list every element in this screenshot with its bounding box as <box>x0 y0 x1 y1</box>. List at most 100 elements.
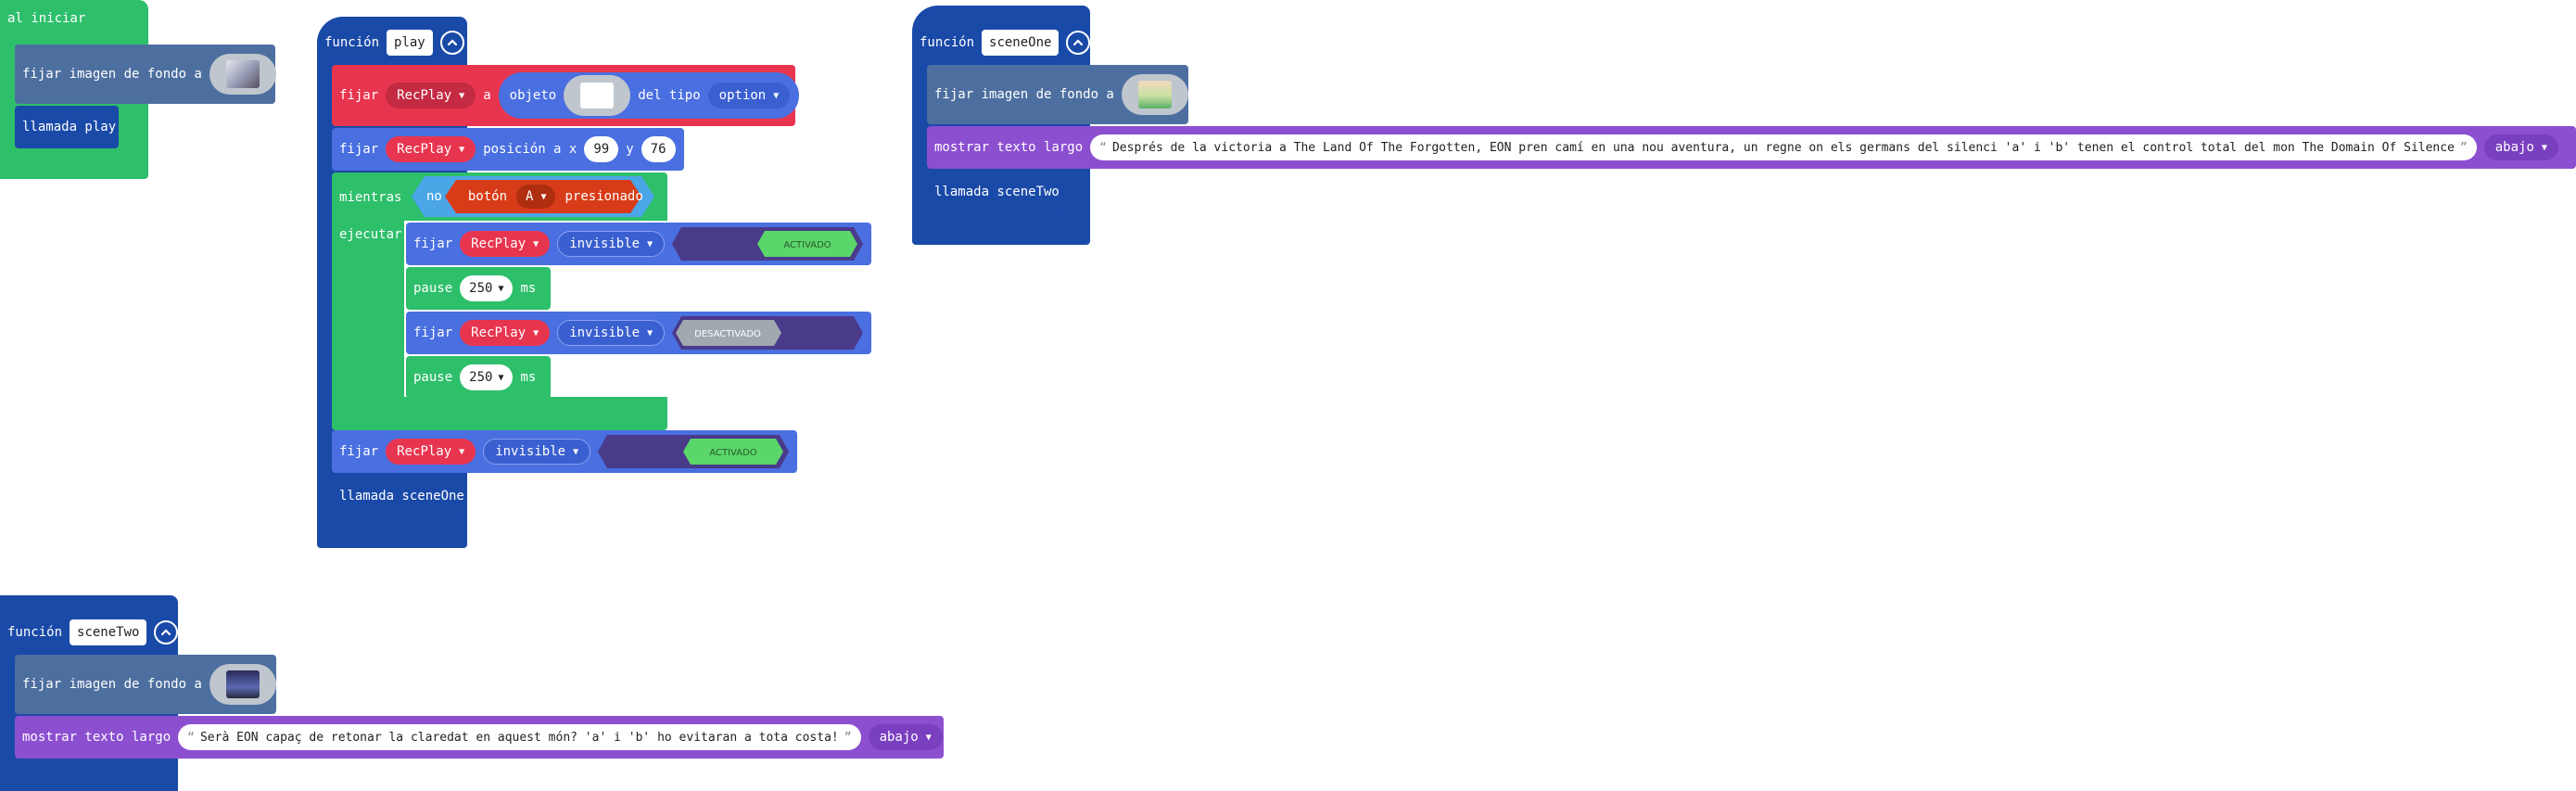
set-background-label: fijar imagen de fondo a <box>934 87 1114 102</box>
function-name-field[interactable]: sceneTwo <box>70 619 147 645</box>
pause-keyword: pause <box>413 370 453 385</box>
sprite-flag-label: invisible <box>495 444 566 459</box>
call-scene-one-label: llamada sceneOne <box>339 489 464 504</box>
close-quote-icon: ” <box>844 730 852 745</box>
set-keyword: fijar <box>339 88 379 103</box>
set-position-row: fijar RecPlay ▼ posición a x 99 y 76 <box>339 128 676 171</box>
pause-row: pause 250 ▼ ms <box>413 267 536 310</box>
to-keyword: a <box>483 88 491 103</box>
image-thumbnail-icon <box>225 60 260 88</box>
while-keyword: mientras <box>339 190 402 205</box>
toggle-switch[interactable]: ACTIVADO <box>672 227 864 261</box>
object-keyword: objeto <box>509 88 557 103</box>
on-start-header: al iniciar <box>7 11 85 26</box>
while-header-row: mientras <box>339 180 401 215</box>
collapse-button[interactable] <box>439 31 464 55</box>
call-play-label: llamada play <box>22 120 117 134</box>
sprite-image-picker[interactable] <box>564 75 631 116</box>
sprite-variable-label: RecPlay <box>397 142 452 157</box>
pause-duration-value: 250 <box>469 281 493 296</box>
sprite-kind-label: option <box>718 88 767 103</box>
chevron-up-icon <box>161 629 171 636</box>
close-quote-icon: ” <box>2459 140 2468 155</box>
open-quote-icon: “ <box>187 730 195 745</box>
caret-down-icon: ▼ <box>498 372 504 383</box>
background-image-picker[interactable] <box>1121 74 1188 115</box>
function-play-header: función play <box>324 26 464 59</box>
sprite-kind-dropdown[interactable]: option ▼ <box>707 83 791 108</box>
collapse-button[interactable] <box>154 620 179 644</box>
caret-down-icon: ▼ <box>925 732 932 743</box>
toggle-switch[interactable]: ACTIVADO <box>598 435 790 468</box>
set-background-row: fijar imagen de fondo a <box>22 45 276 104</box>
caret-down-icon: ▼ <box>533 327 539 338</box>
create-sprite-block[interactable]: objeto del tipo option ▼ <box>498 72 800 119</box>
ms-unit: ms <box>520 281 537 296</box>
function-name-field[interactable]: sceneOne <box>982 30 1060 56</box>
toggle-state-label: ACTIVADO <box>783 240 831 250</box>
call-play-row: llamada play <box>22 106 116 148</box>
toggle-switch[interactable]: DESACTIVADO <box>672 316 864 350</box>
ms-unit: ms <box>520 370 537 385</box>
set-background-row: fijar imagen de fondo a <box>22 655 276 714</box>
collapse-button[interactable] <box>1066 31 1091 55</box>
pressed-keyword: presionado <box>565 189 643 204</box>
sprite-flag-label: invisible <box>569 236 641 251</box>
landscape-image-icon <box>1137 81 1172 108</box>
caret-down-icon: ▼ <box>647 327 654 338</box>
caret-down-icon: ▼ <box>533 238 539 249</box>
on-start-label: al iniciar <box>7 11 86 26</box>
button-keyword: botón <box>467 189 508 204</box>
not-condition-row: no botón A ▼ presionado <box>426 176 643 217</box>
function-keyword: función <box>7 625 63 640</box>
background-image-picker[interactable] <box>209 54 276 95</box>
sprite-variable-dropdown[interactable]: RecPlay ▼ <box>386 439 476 465</box>
set-background-label: fijar imagen de fondo a <box>22 677 202 692</box>
text-position-label: abajo <box>879 730 919 745</box>
function-keyword: función <box>920 35 975 50</box>
caret-down-icon: ▼ <box>773 90 780 101</box>
text-value: Després de la victoria a The Land Of The… <box>1111 140 2455 155</box>
pause-row: pause 250 ▼ ms <box>413 356 536 399</box>
chevron-up-icon <box>447 39 457 46</box>
pause-duration-value: 250 <box>469 370 493 385</box>
button-label: A <box>526 189 534 204</box>
call-scene-two-label: llamada sceneTwo <box>934 185 1060 199</box>
show-long-text-row: mostrar texto largo “ Serà EON capaç de … <box>22 716 943 759</box>
set-keyword: fijar <box>413 236 453 251</box>
do-keyword: ejecutar <box>339 227 402 242</box>
sprite-flag-label: invisible <box>569 325 641 340</box>
y-input[interactable]: 76 <box>641 136 676 162</box>
pause-duration-dropdown[interactable]: 250 ▼ <box>460 364 514 390</box>
set-keyword: fijar <box>339 444 379 459</box>
caret-down-icon: ▼ <box>459 446 465 457</box>
sprite-flag-dropdown[interactable]: invisible ▼ <box>557 231 666 257</box>
pause-keyword: pause <box>413 281 453 296</box>
caret-down-icon: ▼ <box>2541 142 2547 153</box>
sprite-flag-dropdown[interactable]: invisible ▼ <box>483 439 591 465</box>
button-dropdown[interactable]: A ▼ <box>516 185 556 209</box>
caret-down-icon: ▼ <box>573 446 579 457</box>
toggle-state-label: DESACTIVADO <box>694 329 761 339</box>
text-input[interactable]: “ Serà EON capaç de retonar la claredat … <box>178 724 861 750</box>
sprite-variable-label: RecPlay <box>397 444 452 459</box>
show-long-text-row: mostrar texto largo “ Després de la vict… <box>934 126 2558 169</box>
text-input[interactable]: “ Després de la victoria a The Land Of T… <box>1090 134 2477 160</box>
text-position-dropdown[interactable]: abajo ▼ <box>868 724 943 750</box>
text-position-dropdown[interactable]: abajo ▼ <box>2483 134 2558 160</box>
blank-image-icon <box>580 83 615 108</box>
caret-down-icon: ▼ <box>540 191 547 202</box>
pause-duration-dropdown[interactable]: 250 ▼ <box>460 275 514 301</box>
sprite-flag-dropdown[interactable]: invisible ▼ <box>557 320 666 346</box>
sprite-variable-dropdown[interactable]: RecPlay ▼ <box>386 136 476 162</box>
function-name-field[interactable]: play <box>387 30 433 56</box>
background-image-picker[interactable] <box>209 664 276 705</box>
sprite-variable-dropdown[interactable]: RecPlay ▼ <box>460 320 551 346</box>
y-keyword: y <box>626 142 634 157</box>
x-input[interactable]: 99 <box>584 136 619 162</box>
sprite-variable-dropdown[interactable]: RecPlay ▼ <box>386 83 476 108</box>
set-sprite-row: fijar RecPlay ▼ a objeto del tipo option… <box>339 65 800 126</box>
caret-down-icon: ▼ <box>459 144 465 155</box>
sprite-variable-label: RecPlay <box>471 236 527 251</box>
sprite-variable-dropdown[interactable]: RecPlay ▼ <box>460 231 551 257</box>
